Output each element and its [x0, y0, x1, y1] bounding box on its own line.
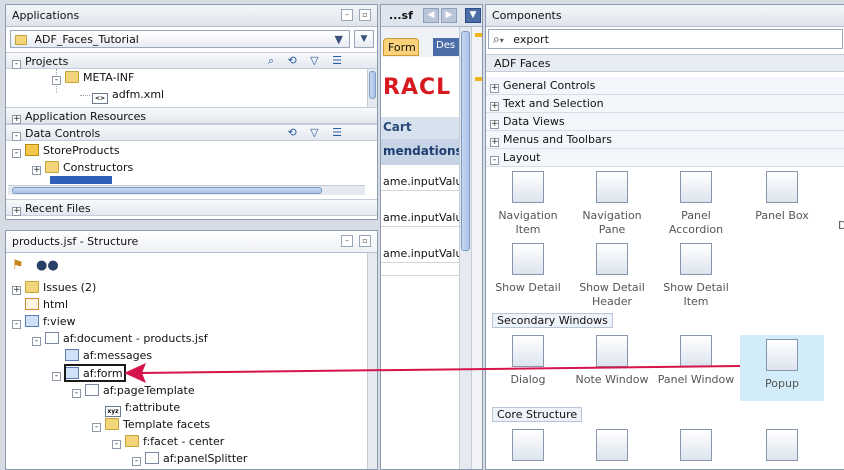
drag-arrow-line [139, 365, 741, 374]
drag-arrow [124, 363, 741, 383]
